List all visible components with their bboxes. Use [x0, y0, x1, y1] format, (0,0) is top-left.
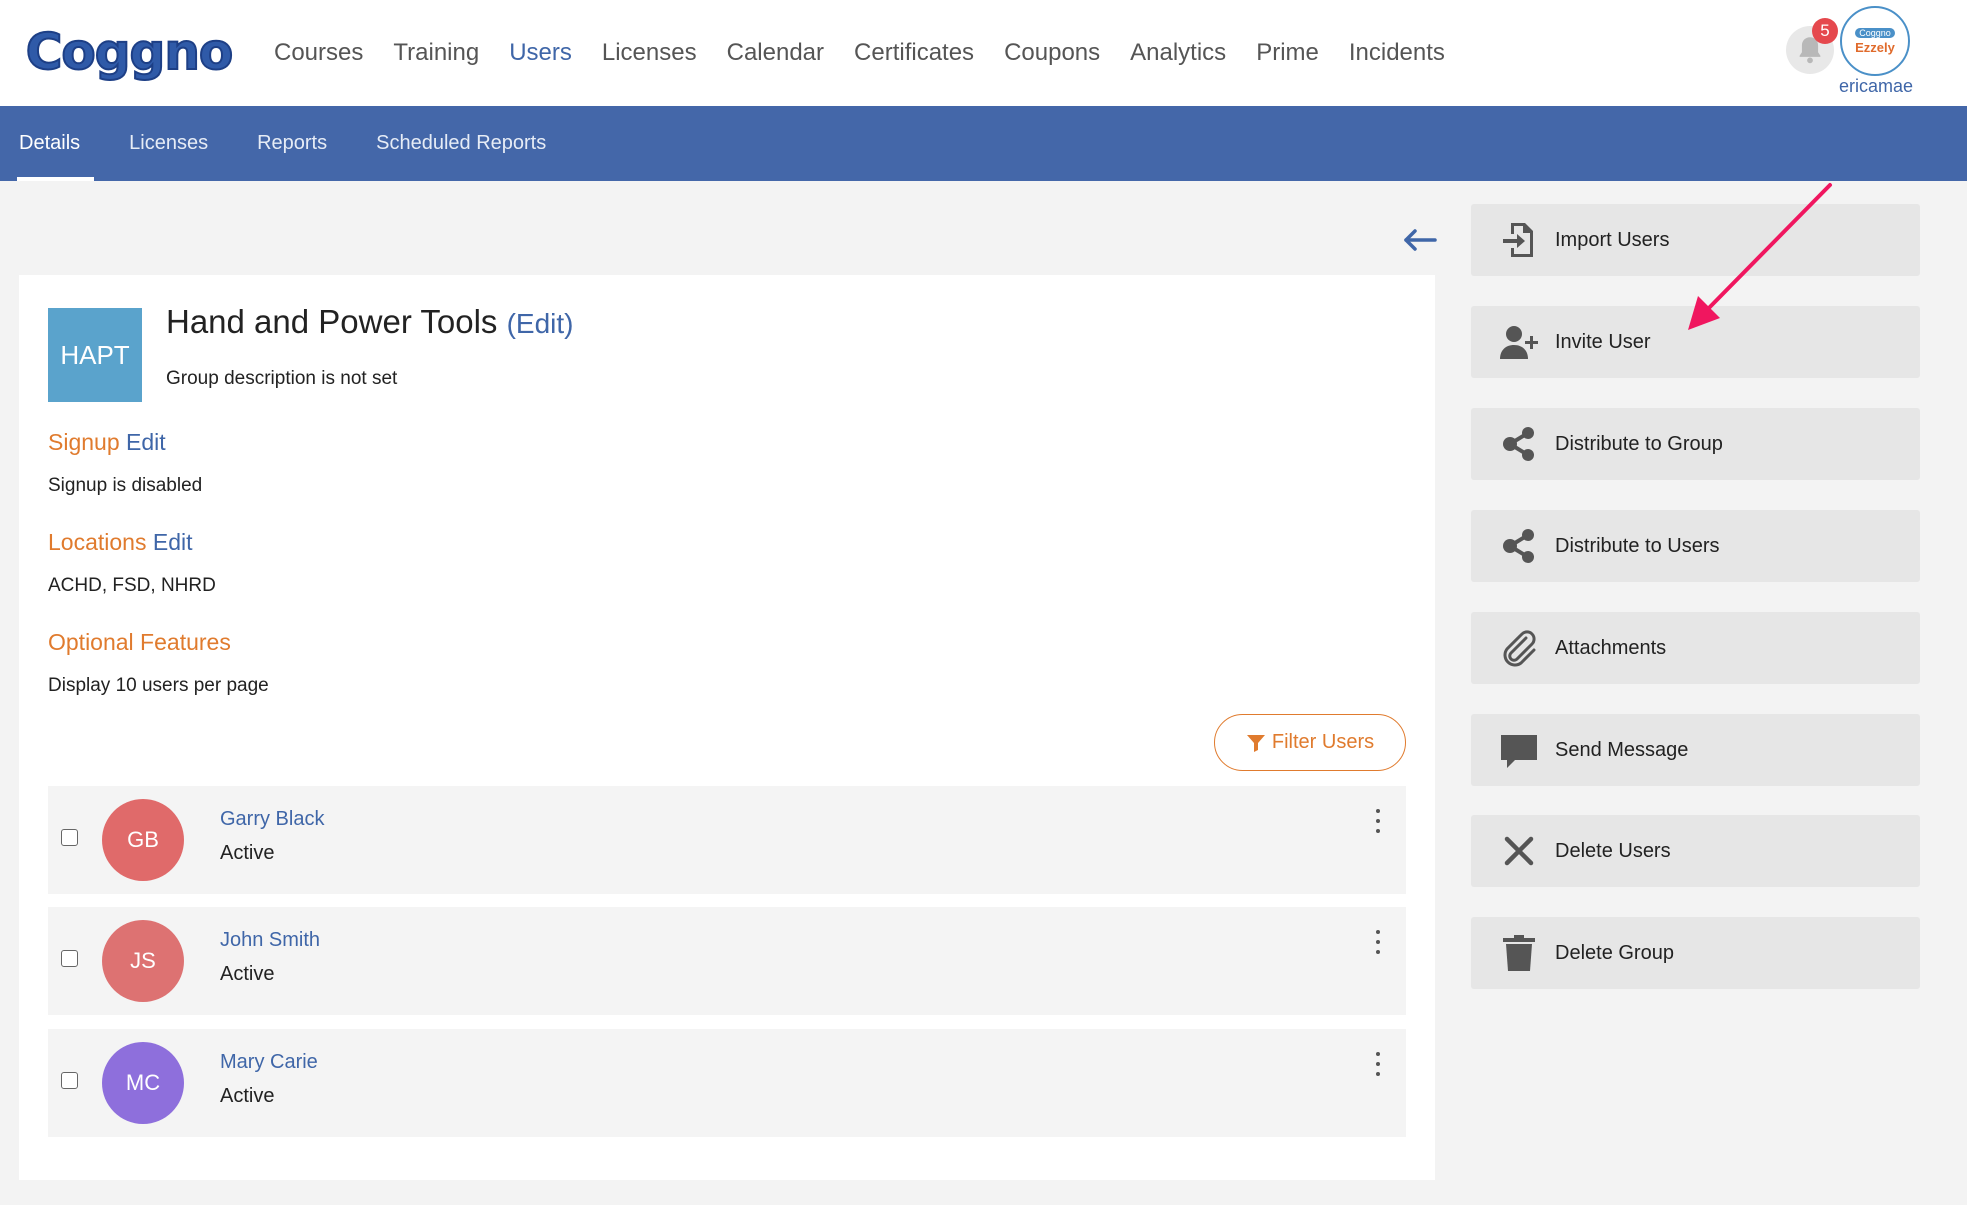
user-select-checkbox[interactable] [61, 950, 78, 967]
send-message-button[interactable]: Send Message [1471, 714, 1920, 786]
tab-licenses[interactable]: Licenses [129, 106, 208, 181]
import-users-button[interactable]: Import Users [1471, 204, 1920, 276]
notification-count-badge: 5 [1812, 18, 1838, 44]
paperclip-icon [1497, 626, 1541, 670]
user-avatar-initials: JS [102, 920, 184, 1002]
more-options-icon[interactable] [1368, 927, 1388, 957]
user-status: Active [220, 1085, 275, 1107]
tab-scheduled-reports[interactable]: Scheduled Reports [376, 106, 546, 181]
add-user-icon [1497, 320, 1541, 364]
locations-edit-link[interactable]: Edit [153, 529, 193, 555]
distribute-to-users-label: Distribute to Users [1555, 534, 1720, 557]
distribute-to-group-label: Distribute to Group [1555, 432, 1723, 455]
signup-label: Signup [48, 429, 120, 455]
message-icon [1497, 728, 1541, 772]
tab-reports[interactable]: Reports [257, 106, 327, 181]
group-subnav: Details Licenses Reports Scheduled Repor… [0, 106, 1967, 181]
main-nav: Courses Training Users Licenses Calendar… [274, 0, 1475, 106]
import-users-label: Import Users [1555, 228, 1670, 251]
nav-calendar[interactable]: Calendar [727, 39, 824, 67]
signup-value: Signup is disabled [48, 475, 203, 496]
nav-licenses[interactable]: Licenses [602, 39, 697, 67]
delete-users-button[interactable]: Delete Users [1471, 815, 1920, 887]
user-select-checkbox[interactable] [61, 1072, 78, 1089]
signup-edit-link[interactable]: Edit [126, 429, 166, 455]
user-row: JS John Smith Active [48, 907, 1406, 1015]
share-icon [1497, 524, 1541, 568]
filter-icon [1246, 734, 1265, 752]
invite-user-button[interactable]: Invite User [1471, 306, 1920, 378]
user-name-link[interactable]: Mary Carie [220, 1051, 318, 1074]
user-avatar-initials: GB [102, 799, 184, 881]
user-select-checkbox[interactable] [61, 829, 78, 846]
distribute-to-users-button[interactable]: Distribute to Users [1471, 510, 1920, 582]
nav-certificates[interactable]: Certificates [854, 39, 974, 67]
more-options-icon[interactable] [1368, 1049, 1388, 1079]
nav-courses[interactable]: Courses [274, 39, 363, 67]
invite-user-label: Invite User [1555, 330, 1651, 353]
attachments-label: Attachments [1555, 636, 1667, 659]
filter-users-label: Filter Users [1271, 731, 1375, 753]
distribute-to-group-button[interactable]: Distribute to Group [1471, 408, 1920, 480]
user-status: Active [220, 963, 275, 985]
edit-group-link[interactable]: (Edit) [507, 308, 574, 339]
nav-analytics[interactable]: Analytics [1130, 39, 1226, 67]
nav-coupons[interactable]: Coupons [1004, 39, 1100, 67]
tab-details[interactable]: Details [16, 106, 95, 181]
import-file-icon [1497, 218, 1541, 262]
user-avatar-initials: MC [102, 1042, 184, 1124]
group-description: Group description is not set [166, 368, 398, 389]
avatar-name-text: Ezzely [1855, 39, 1895, 55]
close-icon [1497, 829, 1541, 873]
user-row: GB Garry Black Active [48, 786, 1406, 894]
nav-incidents[interactable]: Incidents [1349, 39, 1445, 67]
send-message-label: Send Message [1555, 738, 1689, 761]
group-details-card: HAPT Hand and Power Tools (Edit) Group d… [19, 275, 1435, 1180]
user-name-link[interactable]: Garry Black [220, 808, 324, 831]
user-name-link[interactable]: John Smith [220, 929, 320, 952]
filter-users-button[interactable]: Filter Users [1214, 714, 1406, 771]
top-navbar: Coggno Courses Training Users Licenses C… [0, 0, 1967, 106]
locations-label: Locations [48, 529, 147, 555]
nav-prime[interactable]: Prime [1256, 39, 1319, 67]
delete-users-label: Delete Users [1555, 839, 1671, 862]
logo-text: Coggno [25, 22, 235, 82]
delete-group-button[interactable]: Delete Group [1471, 917, 1920, 989]
share-icon [1497, 422, 1541, 466]
locations-heading: Locations Edit [48, 529, 193, 556]
username-label[interactable]: ericamae [1836, 76, 1916, 97]
user-row: MC Mary Carie Active [48, 1029, 1406, 1137]
nav-users[interactable]: Users [509, 39, 572, 67]
optional-features-value: Display 10 users per page [48, 675, 269, 696]
coggno-logo[interactable]: Coggno [18, 18, 240, 86]
locations-value: ACHD, FSD, NHRD [48, 575, 216, 596]
more-options-icon[interactable] [1368, 806, 1388, 836]
signup-heading: Signup Edit [48, 429, 166, 456]
optional-features-heading: Optional Features [48, 629, 231, 655]
nav-training[interactable]: Training [393, 39, 479, 67]
user-status: Active [220, 842, 275, 864]
group-title-text: Hand and Power Tools [166, 303, 498, 340]
group-badge: HAPT [48, 308, 142, 402]
back-arrow-icon[interactable] [1402, 226, 1438, 254]
attachments-button[interactable]: Attachments [1471, 612, 1920, 684]
delete-group-label: Delete Group [1555, 941, 1674, 964]
group-title: Hand and Power Tools (Edit) [166, 303, 574, 341]
user-avatar[interactable]: Coggno Ezzely [1840, 6, 1910, 76]
trash-icon [1497, 931, 1541, 975]
avatar-brand-text: Coggno [1855, 27, 1895, 38]
